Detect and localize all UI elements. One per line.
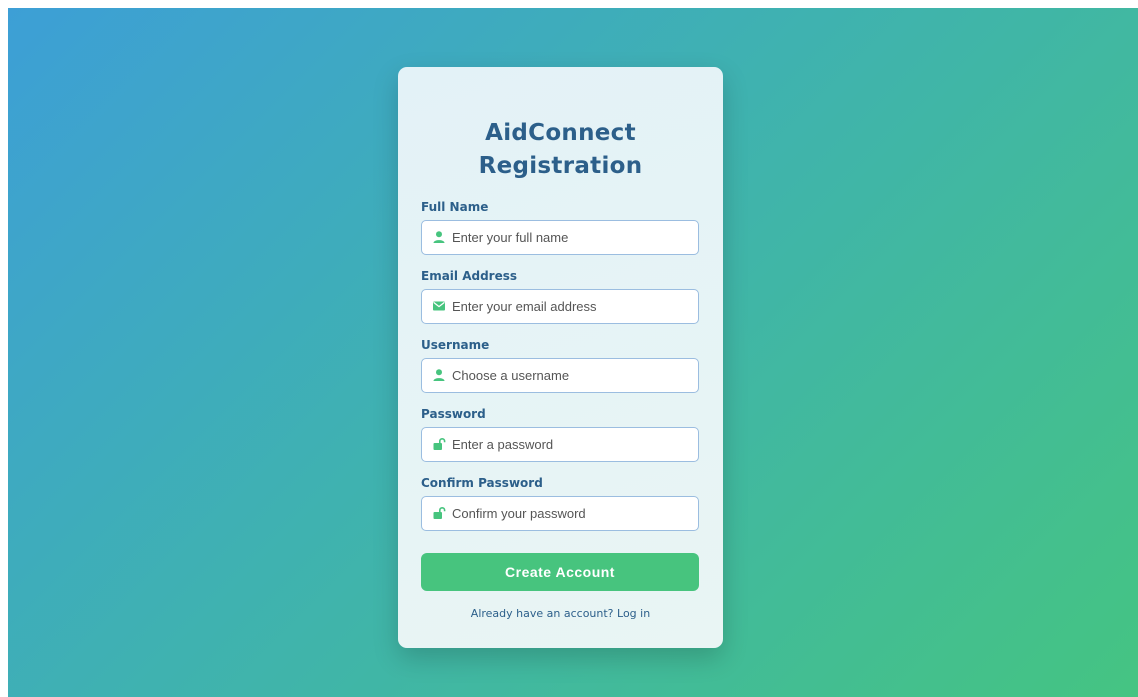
confirm-password-label: Confirm Password (421, 476, 543, 490)
email-input[interactable] (452, 290, 692, 322)
page-title: AidConnect Registration (421, 117, 700, 183)
email-label: Email Address (421, 269, 518, 283)
full-name-label: Full Name (421, 200, 489, 214)
email-field-group: Email Address (421, 269, 700, 324)
password-input-wrapper (421, 427, 699, 462)
confirm-password-field-group: Confirm Password (421, 476, 700, 531)
page-title-line1: AidConnect (485, 120, 636, 146)
unlock-icon (433, 438, 446, 450)
user-icon (433, 231, 445, 243)
username-input-wrapper (421, 358, 699, 393)
confirm-password-input-wrapper (421, 496, 699, 531)
full-name-input-wrapper (421, 220, 699, 255)
confirm-password-input[interactable] (452, 497, 692, 529)
page-background: AidConnect Registration Full Name Email … (8, 8, 1138, 697)
page-title-line2: Registration (478, 153, 643, 179)
full-name-field-group: Full Name (421, 200, 700, 255)
username-field-group: Username (421, 338, 700, 393)
user-icon (433, 369, 445, 381)
email-input-wrapper (421, 289, 699, 324)
envelope-icon (433, 301, 445, 311)
full-name-input[interactable] (452, 221, 692, 253)
password-input[interactable] (452, 428, 692, 460)
login-link[interactable]: Already have an account? Log in (421, 607, 700, 620)
registration-card: AidConnect Registration Full Name Email … (398, 67, 723, 648)
unlock-icon (433, 507, 446, 519)
username-label: Username (421, 338, 490, 352)
password-label: Password (421, 407, 486, 421)
registration-form: Full Name Email Address (421, 200, 700, 620)
username-input[interactable] (452, 359, 692, 391)
password-field-group: Password (421, 407, 700, 462)
create-account-button[interactable]: Create Account (421, 553, 699, 591)
